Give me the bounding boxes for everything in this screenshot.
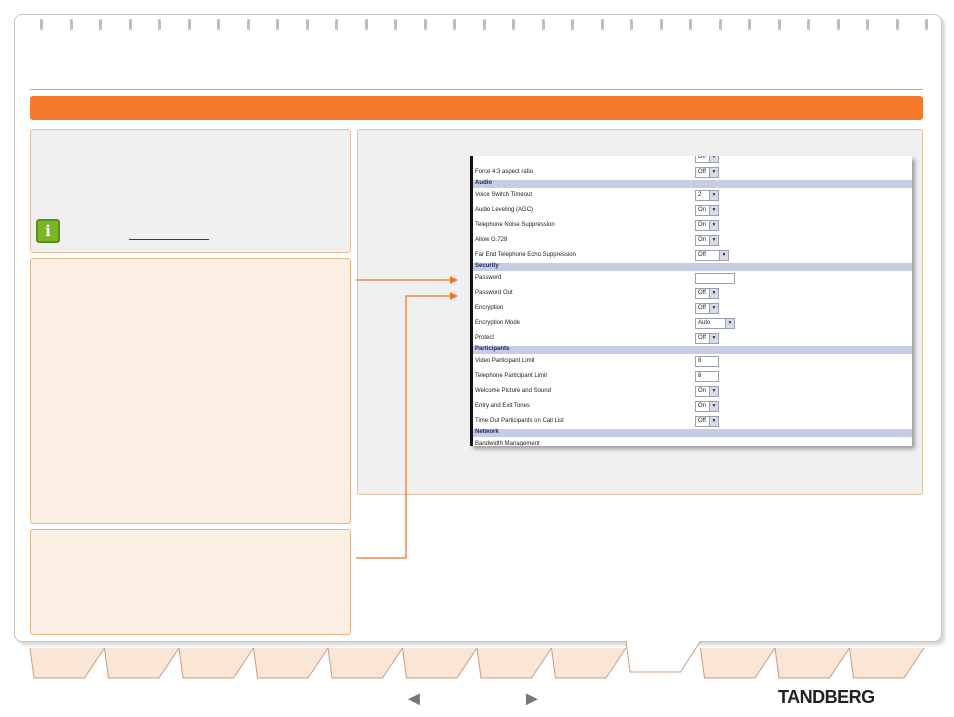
- left-arrow-icon[interactable]: ◄: [404, 688, 424, 711]
- section-tab[interactable]: [253, 647, 329, 679]
- section-tabs: [29, 640, 925, 679]
- section-tab[interactable]: [551, 647, 627, 679]
- tandberg-logo: TANDBERG: [778, 687, 875, 707]
- section-tab[interactable]: [774, 647, 850, 679]
- section-tab[interactable]: [178, 647, 254, 679]
- section-tab[interactable]: [104, 647, 180, 679]
- tab-active[interactable]: [625, 640, 701, 673]
- right-arrow-icon[interactable]: ►: [522, 688, 542, 711]
- section-tab[interactable]: [402, 647, 478, 679]
- section-tab[interactable]: [327, 647, 403, 679]
- section-tab[interactable]: [700, 647, 776, 679]
- section-tab[interactable]: [849, 647, 925, 679]
- section-tab[interactable]: [476, 647, 552, 679]
- section-tab[interactable]: [29, 647, 105, 679]
